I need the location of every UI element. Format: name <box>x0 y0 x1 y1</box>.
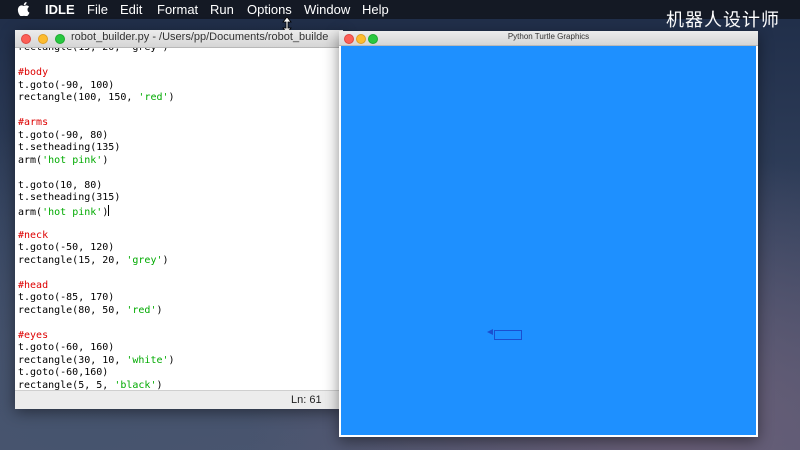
code-line: rectangle(80, 50, 'red') <box>18 305 163 318</box>
code-string: 'grey' <box>126 254 163 266</box>
code-string: 'hot pink' <box>42 154 103 166</box>
code-line: arm('hot pink') <box>18 155 108 168</box>
code-text: t.goto(-60,160) <box>18 367 109 378</box>
idle-status-bar: Ln: 61 <box>15 390 343 409</box>
code-string: 'hot pink' <box>42 206 103 218</box>
menu-file[interactable]: File <box>87 2 108 17</box>
minimize-window-button[interactable] <box>38 34 48 44</box>
code-string: 'red' <box>126 304 157 316</box>
code-line: #arms <box>18 117 48 130</box>
idle-window-title: robot_builder.py - /Users/pp/Documents/r… <box>71 31 329 43</box>
code-comment: #arms <box>18 117 49 128</box>
code-line: t.goto(-90, 80) <box>18 130 108 143</box>
menu-format[interactable]: Format <box>157 2 198 17</box>
code-text: ) <box>102 154 109 166</box>
code-text: t.goto(-60, 160) <box>18 342 115 353</box>
code-comment: #neck <box>18 229 49 241</box>
turtle-window-title: Python Turtle Graphics <box>507 32 590 41</box>
code-text: rectangle(100, 150, <box>18 92 139 103</box>
menu-window[interactable]: Window <box>304 2 350 17</box>
code-string: 'red' <box>138 92 169 103</box>
code-text: ) <box>162 254 169 266</box>
code-comment: #body <box>18 67 49 78</box>
menu-app-idle[interactable]: IDLE <box>45 2 75 17</box>
menu-help[interactable]: Help <box>362 2 389 17</box>
close-window-button[interactable] <box>21 34 31 44</box>
code-line: t.setheading(315) <box>18 192 120 205</box>
code-text: t.setheading(135) <box>18 142 121 153</box>
code-line: t.goto(-50, 120) <box>18 242 114 255</box>
apple-logo-icon[interactable] <box>17 2 30 16</box>
code-comment: #head <box>18 279 49 291</box>
menu-options[interactable]: Options <box>247 2 292 17</box>
code-text: rectangle(30, 10, <box>18 354 127 366</box>
code-text: ) <box>168 354 175 366</box>
code-line: rectangle(100, 150, 'red') <box>18 92 175 105</box>
code-line: t.goto(-85, 170) <box>18 292 114 305</box>
code-text: arm( <box>18 154 43 166</box>
idle-editor-window: robot_builder.py - /Users/pp/Documents/r… <box>15 30 343 409</box>
turtle-graphics-window: Python Turtle Graphics <box>339 31 758 437</box>
turtle-arrow-icon <box>487 329 493 335</box>
code-text: t.goto(10, 80) <box>18 179 103 191</box>
code-text: rectangle(80, 50, <box>18 304 127 316</box>
code-line: t.goto(-60,160) <box>18 367 108 380</box>
line-number-indicator: Ln: 61 <box>291 394 322 406</box>
code-text: t.goto(-90, 80) <box>18 129 109 141</box>
code-line: t.goto(10, 80) <box>18 180 102 193</box>
code-line: #neck <box>18 230 48 243</box>
code-line: #eyes <box>18 330 48 343</box>
code-editor[interactable]: rectangle(15, 20, 'grey')#bodyt.goto(-90… <box>18 48 343 390</box>
code-text: arm( <box>18 206 43 218</box>
code-line: rectangle(5, 5, 'black') <box>18 380 163 391</box>
code-line: t.goto(-60, 160) <box>18 342 114 355</box>
code-line: rectangle(30, 10, 'white') <box>18 355 175 368</box>
code-text: rectangle(15, 20, <box>18 254 127 266</box>
code-text: rectangle(15, 20, 'grey') <box>18 48 169 53</box>
code-text: t.goto(-90, 100) <box>18 79 115 91</box>
watermark-text: 机器人设计师 <box>666 10 780 31</box>
turtle-canvas[interactable] <box>341 46 756 435</box>
code-line: rectangle(15, 20, 'grey') <box>18 48 169 55</box>
code-line: arm('hot pink') <box>18 204 110 218</box>
text-caret <box>108 204 110 216</box>
code-line: #head <box>18 280 48 293</box>
code-text: t.setheading(315) <box>18 192 121 203</box>
code-line: t.goto(-90, 100) <box>18 80 114 93</box>
code-line: t.setheading(135) <box>18 142 120 155</box>
drawn-rectangle <box>494 330 522 340</box>
code-text: t.goto(-85, 170) <box>18 292 115 303</box>
menu-edit[interactable]: Edit <box>120 2 142 17</box>
zoom-window-button[interactable] <box>55 34 65 44</box>
code-string: 'black' <box>114 379 157 391</box>
code-comment: #eyes <box>18 329 49 341</box>
turtle-title-bar[interactable]: Python Turtle Graphics <box>339 31 758 46</box>
idle-title-bar[interactable]: robot_builder.py - /Users/pp/Documents/r… <box>15 30 343 48</box>
code-line: rectangle(15, 20, 'grey') <box>18 255 169 268</box>
code-text: ) <box>156 304 163 316</box>
menu-run[interactable]: Run <box>210 2 234 17</box>
code-text: t.goto(-50, 120) <box>18 242 115 253</box>
code-text: rectangle(5, 5, <box>18 379 115 391</box>
code-string: 'white' <box>126 354 169 366</box>
code-text: ) <box>168 92 175 103</box>
code-line: #body <box>18 67 48 80</box>
code-text: ) <box>156 379 163 391</box>
